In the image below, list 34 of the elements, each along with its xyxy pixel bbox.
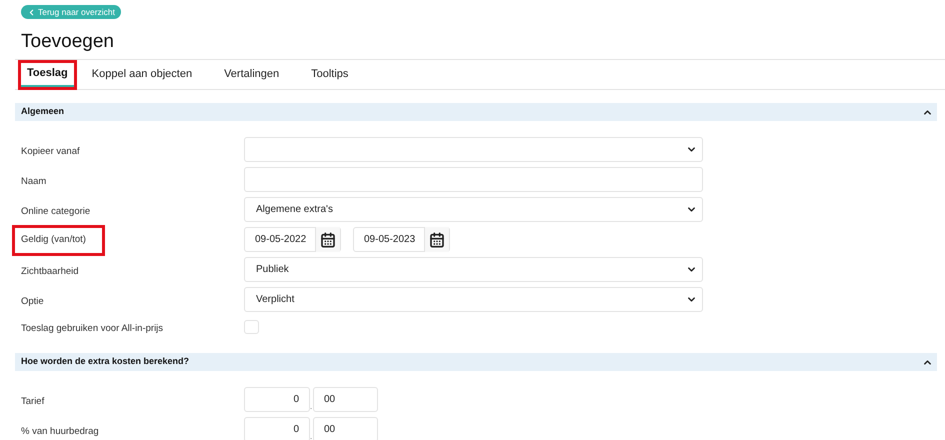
- tab[interactable]: Vertalingen: [218, 62, 286, 86]
- select-field[interactable]: Verplicht: [244, 287, 703, 312]
- checkbox[interactable]: [244, 320, 259, 334]
- calendar-icon: [320, 232, 336, 248]
- field-label: Naam: [21, 174, 46, 188]
- section-header[interactable]: Hoe worden de extra kosten berekend?: [15, 353, 937, 371]
- field-label: Optie: [21, 294, 44, 308]
- tab[interactable]: Tooltips: [305, 62, 354, 86]
- field-label: % van huurbedrag: [21, 424, 99, 438]
- chevron-left-icon: [27, 8, 36, 16]
- number-field[interactable]: 00: [313, 417, 378, 440]
- number-field[interactable]: 0: [244, 387, 310, 412]
- select-field[interactable]: Publiek: [244, 257, 703, 282]
- select-field[interactable]: Algemene extra's: [244, 197, 703, 222]
- field-label: Online categorie: [21, 204, 90, 218]
- field-label: Tarief: [21, 394, 44, 408]
- number-field[interactable]: 00: [313, 387, 378, 412]
- section-title: Algemeen: [21, 105, 64, 118]
- section-title: Hoe worden de extra kosten berekend?: [21, 355, 190, 368]
- field-label: Kopieer vanaf: [21, 144, 80, 158]
- calendar-button[interactable]: [424, 227, 449, 252]
- page-title: Toevoegen: [20, 31, 115, 53]
- calendar-button[interactable]: [315, 227, 340, 252]
- tab[interactable]: Koppel aan objecten: [86, 62, 198, 86]
- section-header[interactable]: Algemeen: [15, 103, 937, 121]
- field-label: Toeslag gebruiken voor All-in-prijs: [21, 322, 164, 336]
- number-field[interactable]: 0: [244, 417, 310, 440]
- field-label: Geldig (van/tot): [15, 228, 102, 253]
- decimal-separator: .: [310, 402, 313, 412]
- name-field[interactable]: [244, 167, 703, 192]
- calendar-icon: [429, 232, 445, 248]
- decimal-separator: .: [310, 432, 313, 440]
- select-field[interactable]: [244, 137, 703, 162]
- field-label: Zichtbaarheid: [21, 264, 79, 278]
